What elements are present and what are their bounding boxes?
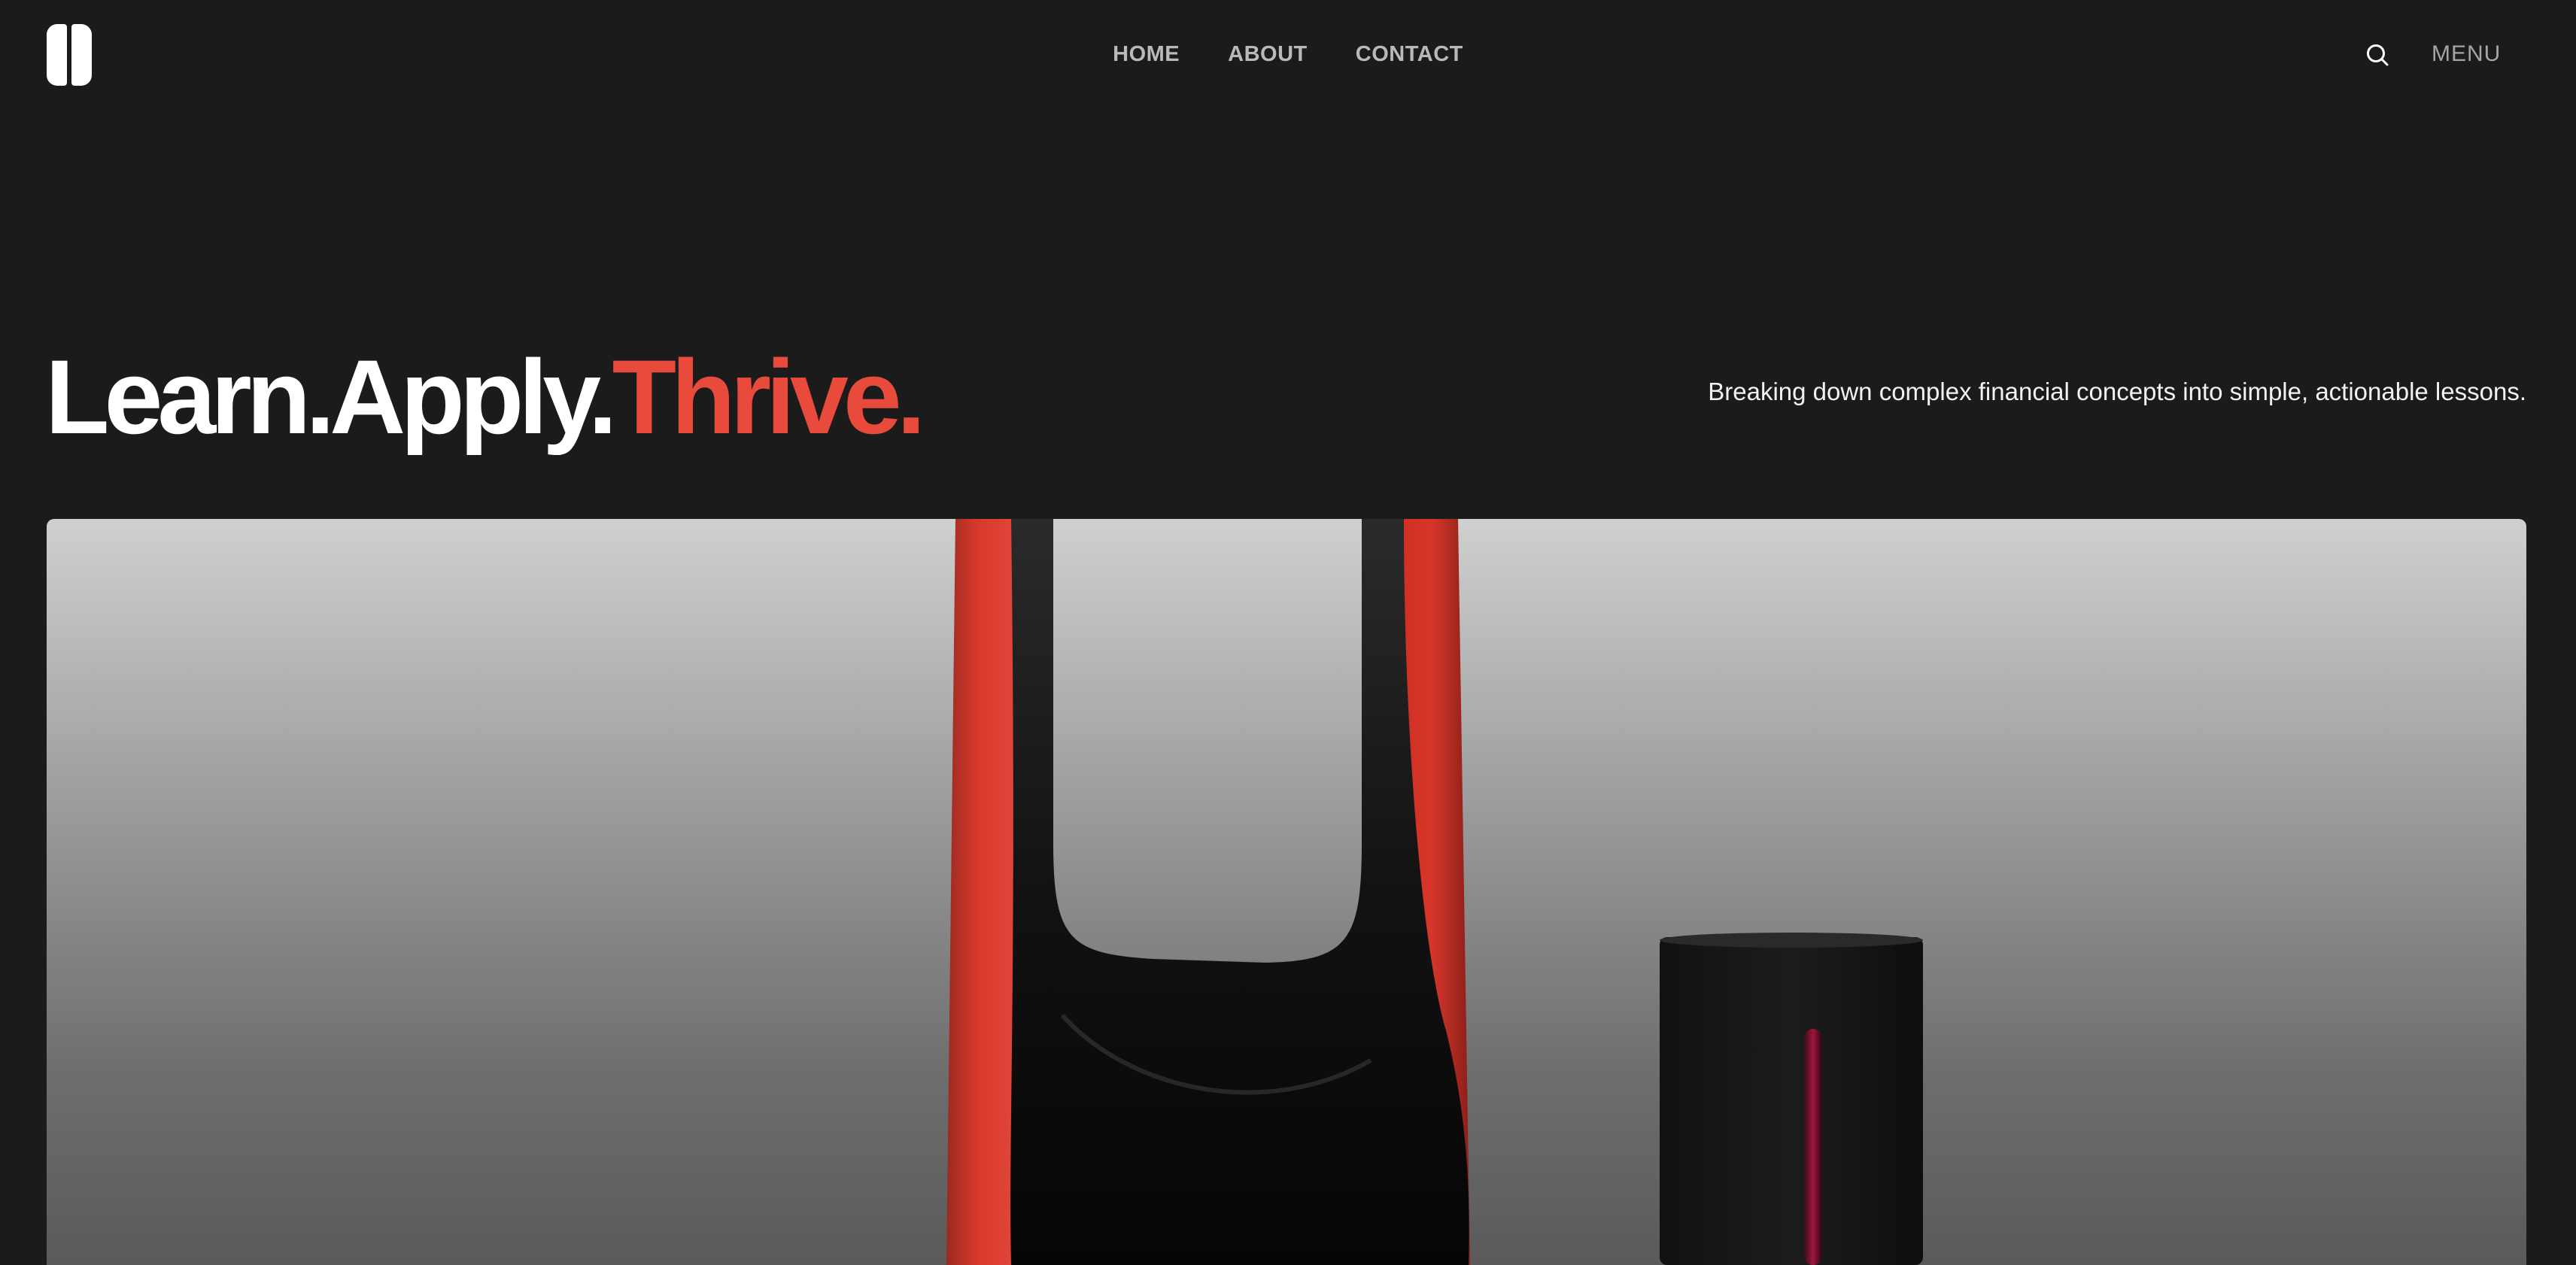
logo-left-bar <box>47 24 67 86</box>
nav-home-link[interactable]: HOME <box>1113 42 1180 67</box>
cylinder-red-slot <box>1804 1029 1822 1265</box>
cylinder-top <box>1660 933 1923 948</box>
logo-right-bar <box>71 24 92 86</box>
logo-icon[interactable] <box>47 24 92 86</box>
nav-contact-link[interactable]: CONTACT <box>1356 42 1463 67</box>
red-column-left <box>946 519 1016 1265</box>
search-icon[interactable] <box>2364 41 2392 70</box>
hero-illustration <box>946 519 1923 1265</box>
hero-tagline: Breaking down complex financial concepts… <box>1708 378 2526 405</box>
headline-thrive: Thrive. <box>612 338 926 456</box>
black-cylinder <box>1660 937 1923 1265</box>
headline-learn-apply: Learn.Apply. <box>45 338 618 456</box>
search-icon-glyph <box>2367 44 2389 66</box>
nav-about-link[interactable]: ABOUT <box>1228 42 1308 67</box>
hero-image <box>47 519 2526 1265</box>
black-arch <box>1010 519 1469 1265</box>
top-bar: HOME ABOUT CONTACT MENU <box>0 0 2576 108</box>
menu-button[interactable]: MENU <box>2432 39 2501 69</box>
main-nav: HOME ABOUT CONTACT <box>0 0 2576 108</box>
hero-headline: Learn.Apply.Thrive. <box>45 337 926 457</box>
